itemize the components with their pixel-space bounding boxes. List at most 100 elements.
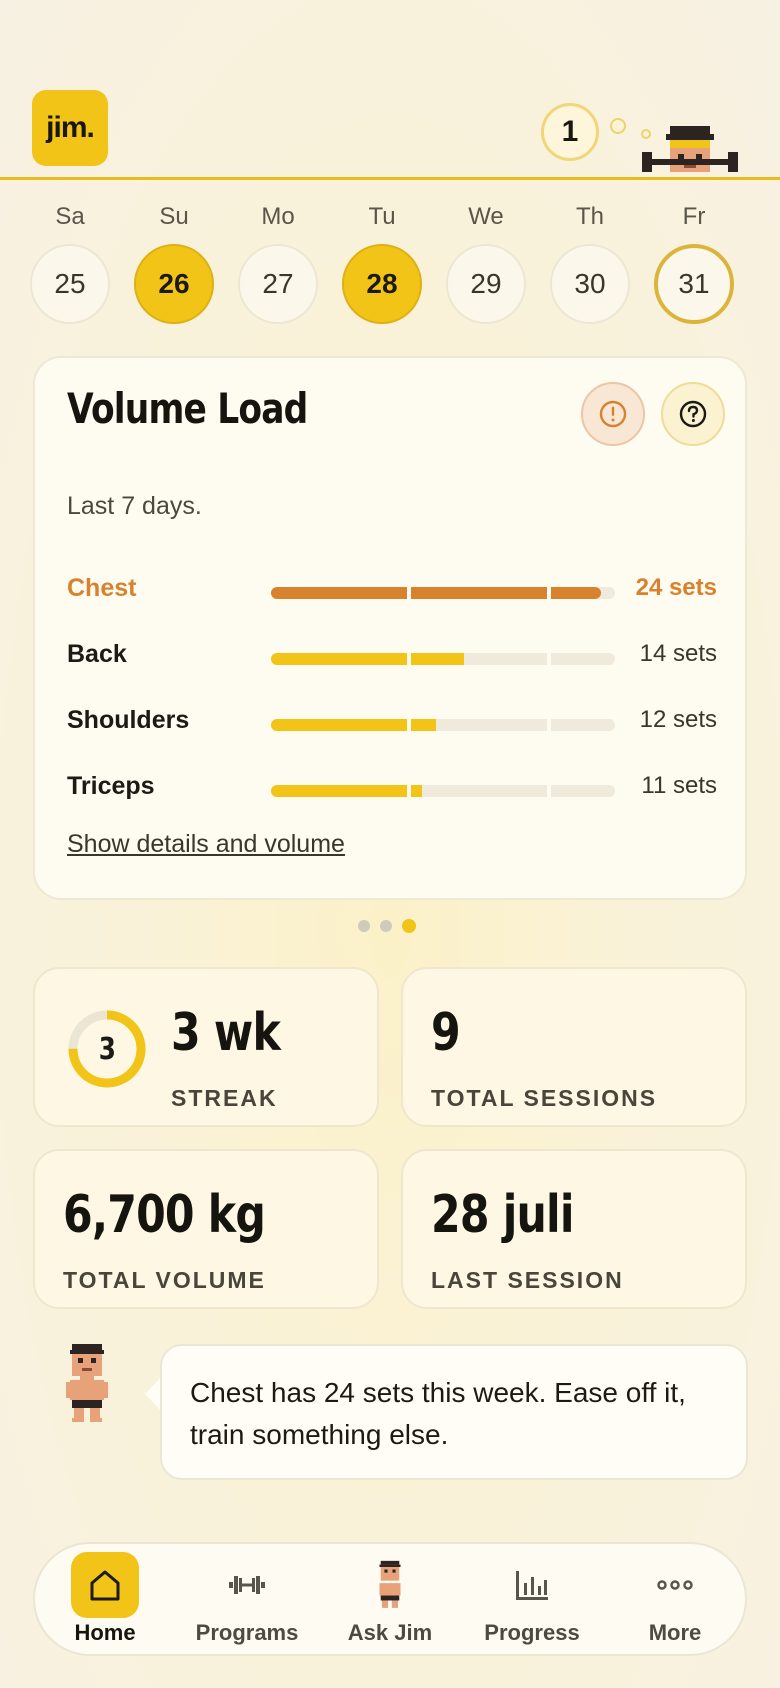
- notification-count: 1: [561, 115, 579, 148]
- bottom-nav: Home Programs Ask Jim Progress More: [33, 1542, 747, 1656]
- volume-value-text: 6,700 kg: [63, 1185, 266, 1245]
- day-label: We: [468, 203, 504, 230]
- volume-bar-segment: [271, 719, 407, 731]
- day-label: Tu: [368, 203, 396, 230]
- day-su[interactable]: Su 26: [134, 200, 214, 324]
- mascot-lifting-icon: [642, 126, 738, 172]
- nav-progress[interactable]: Progress: [461, 1544, 603, 1658]
- muscle-row-shoulders[interactable]: Shoulders 12 sets: [67, 702, 717, 742]
- card-pager: [358, 919, 416, 933]
- volume-bar-segment: [411, 587, 547, 599]
- day-date: 28: [342, 244, 422, 324]
- sessions-label: TOTAL SESSIONS: [431, 1085, 658, 1111]
- streak-ring-number: 3: [65, 1007, 149, 1091]
- dumbbell-icon: [213, 1552, 281, 1618]
- warning-button[interactable]: [581, 382, 645, 446]
- nav-label: Progress: [484, 1620, 580, 1645]
- volume-value: 6,700 kg: [63, 1185, 309, 1245]
- last-session-tile[interactable]: 28 juli LAST SESSION: [401, 1149, 747, 1309]
- volume-load-card: Volume Load Last 7 days. Chest 24 sets Bac…: [33, 356, 747, 900]
- streak-ring-number-text: 3: [98, 1031, 116, 1067]
- volume-bar-segment: [411, 653, 547, 665]
- nav-more[interactable]: More: [604, 1544, 746, 1658]
- question-circle-icon: [679, 400, 707, 428]
- jim-avatar-icon: [356, 1552, 424, 1618]
- muscle-name: Chest: [67, 574, 137, 602]
- day-date: 29: [446, 244, 526, 324]
- streak-value: 3 wk: [171, 1003, 304, 1063]
- volume-bar-fill: [271, 587, 407, 599]
- nav-programs[interactable]: Programs: [176, 1544, 318, 1658]
- sessions-value-text: 9: [431, 1003, 461, 1063]
- day-we[interactable]: We 29: [446, 200, 526, 324]
- last-session-label: LAST SESSION: [431, 1267, 624, 1293]
- muscle-name: Shoulders: [67, 706, 190, 734]
- logo-text: jim.: [46, 111, 95, 144]
- day-label: Sa: [55, 203, 85, 230]
- day-date: 30: [550, 244, 630, 324]
- day-sa[interactable]: Sa 25: [30, 200, 110, 324]
- pager-dot[interactable]: [358, 920, 370, 932]
- muscle-name: Back: [67, 640, 127, 668]
- nav-label: Programs: [195, 1620, 299, 1645]
- streak-tile[interactable]: 3 3 wk STREAK: [33, 967, 379, 1127]
- volume-bar: [271, 719, 615, 731]
- volume-bar: [271, 653, 615, 665]
- pager-dot[interactable]: [380, 920, 392, 932]
- volume-bar-segment: [411, 785, 547, 797]
- day-label: Su: [159, 203, 189, 230]
- last-session-value-text: 28 juli: [431, 1185, 574, 1245]
- bar-chart-icon: [498, 1552, 566, 1618]
- notification-badge[interactable]: 1: [541, 103, 599, 161]
- muscle-sets: 12 sets: [639, 706, 717, 733]
- more-dots-icon: [641, 1552, 709, 1618]
- volume-bar-segment: [271, 587, 407, 599]
- sessions-tile[interactable]: 9 TOTAL SESSIONS: [401, 967, 747, 1127]
- volume-tile[interactable]: 6,700 kg TOTAL VOLUME: [33, 1149, 379, 1309]
- volume-bar-fill: [271, 785, 407, 797]
- day-date-today: 31: [654, 244, 734, 324]
- jim-avatar-icon: [66, 1344, 108, 1422]
- card-subtitle: Last 7 days.: [67, 492, 202, 520]
- volume-bar-segment: [551, 653, 615, 665]
- muscle-row-chest[interactable]: Chest 24 sets: [67, 570, 717, 610]
- muscle-sets: 24 sets: [635, 574, 717, 601]
- volume-label: TOTAL VOLUME: [63, 1267, 266, 1293]
- volume-bar-segment: [551, 587, 615, 599]
- app-header: jim. 1: [0, 0, 780, 180]
- day-fr[interactable]: Fr 31: [654, 200, 734, 324]
- day-date: 27: [238, 244, 318, 324]
- volume-bar-segment: [271, 653, 407, 665]
- volume-bar-segment: [551, 719, 615, 731]
- day-mo[interactable]: Mo 27: [238, 200, 318, 324]
- muscle-row-triceps[interactable]: Triceps 11 sets: [67, 768, 717, 808]
- volume-bar-segment: [271, 785, 407, 797]
- streak-label: STREAK: [171, 1085, 278, 1111]
- volume-bar-fill: [551, 587, 602, 599]
- day-tu[interactable]: Tu 28: [342, 200, 422, 324]
- muscle-sets: 11 sets: [641, 772, 717, 799]
- muscle-sets: 14 sets: [639, 640, 717, 667]
- header-divider: [0, 177, 780, 180]
- pager-dot-active[interactable]: [402, 919, 416, 933]
- muscle-row-back[interactable]: Back 14 sets: [67, 636, 717, 676]
- nav-label: Home: [74, 1620, 136, 1645]
- volume-bar-fill: [411, 653, 464, 665]
- show-details-link[interactable]: Show details and volume: [67, 830, 345, 859]
- app-logo[interactable]: jim.: [32, 90, 108, 166]
- nav-label: Ask Jim: [347, 1620, 433, 1645]
- day-label: Th: [575, 203, 604, 230]
- volume-bar-segment: [411, 719, 547, 731]
- nav-home[interactable]: Home: [34, 1544, 176, 1658]
- volume-bar-fill: [411, 785, 423, 797]
- week-strip: Sa 25 Su 26 Mo 27 Tu 28 We 29 Th 30 Fr 3…: [30, 200, 750, 330]
- volume-bar-fill: [411, 719, 437, 731]
- day-date: 25: [30, 244, 110, 324]
- coach-message-bubble: Chest has 24 sets this week. Ease off it…: [160, 1344, 748, 1480]
- last-session-value: 28 juli: [431, 1185, 605, 1245]
- nav-ask-jim[interactable]: Ask Jim: [319, 1544, 461, 1658]
- volume-bar: [271, 587, 615, 599]
- nav-label: More: [648, 1620, 702, 1645]
- help-button[interactable]: [661, 382, 725, 446]
- day-th[interactable]: Th 30: [550, 200, 630, 324]
